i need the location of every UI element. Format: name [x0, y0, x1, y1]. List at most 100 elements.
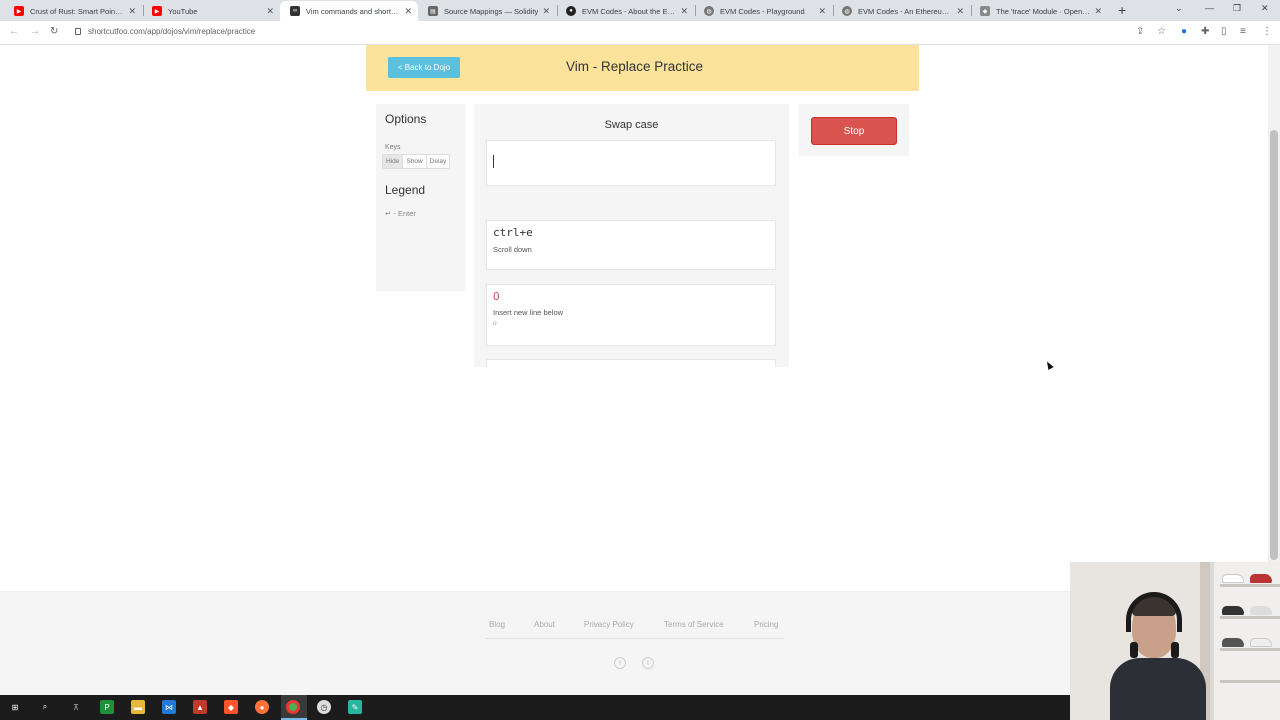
browser-tab-active[interactable]: ∞ Vim commands and shortcuts ✕ — [280, 1, 418, 21]
close-tab-icon[interactable]: ✕ — [680, 6, 688, 17]
share-icon[interactable]: ⇪ — [1136, 26, 1144, 37]
globe-icon: ◍ — [842, 6, 852, 16]
close-tab-icon[interactable]: ✕ — [818, 6, 826, 17]
footer-link-about[interactable]: About — [534, 620, 555, 629]
file-explorer-icon[interactable]: ▬ — [131, 700, 145, 714]
browser-tab[interactable]: ▤ Source Mappings — Solidity ✕ — [418, 1, 556, 21]
tab-title: Vim commands and shortcuts — [306, 6, 401, 16]
history-card-partial — [486, 359, 776, 367]
forward-arrow-icon[interactable]: → — [30, 26, 40, 37]
options-panel: Options Keys Hide Show Delay Legend ↵ - … — [376, 104, 465, 291]
page-title: Vim - Replace Practice — [566, 59, 704, 74]
keys-show-button[interactable]: Show — [403, 155, 427, 168]
browser-tab-strip: ▶ Crust of Rust: Smart Pointers ✕ ▶ YouT… — [0, 0, 1280, 21]
back-arrow-icon[interactable]: ← — [9, 26, 19, 37]
openethereum-icon: ◆ — [980, 6, 990, 16]
history-key-incorrect: O — [493, 290, 500, 303]
back-to-dojo-button[interactable]: < Back to Dojo — [388, 57, 460, 78]
globe-icon: ◍ — [704, 6, 714, 16]
options-title: Options — [385, 112, 427, 126]
stop-panel: Stop — [799, 104, 909, 156]
chrome-icon[interactable] — [286, 700, 300, 714]
browser-tab[interactable]: ◍ EVM Codes - Playground ✕ — [694, 1, 832, 21]
windows-start-icon[interactable]: ⊞ — [8, 700, 22, 714]
new-tab-icon[interactable]: + — [1118, 2, 1126, 18]
scrollbar-thumb[interactable] — [1270, 130, 1278, 560]
close-tab-icon[interactable]: ✕ — [542, 6, 550, 17]
answer-input[interactable] — [486, 140, 776, 186]
footer-link-terms[interactable]: Terms of Service — [664, 620, 724, 629]
history-desc: Scroll down — [493, 245, 532, 254]
page-header: < Back to Dojo Vim - Replace Practice — [366, 45, 919, 91]
search-icon[interactable]: ⌕ — [38, 700, 52, 714]
history-card: O Insert new line below o — [486, 284, 776, 346]
app-icon[interactable]: ▲ — [193, 700, 207, 714]
clock-app-icon[interactable]: ◷ — [317, 700, 331, 714]
browser-tab[interactable]: ◍ EVM Codes - An Ethereum Vi ✕ — [832, 1, 970, 21]
extensions-puzzle-icon[interactable]: ✚ — [1201, 26, 1209, 37]
history-hint: o — [493, 320, 497, 327]
brave-icon[interactable]: ◆ — [224, 700, 238, 714]
twitter-icon[interactable]: t — [642, 657, 654, 669]
tab-title: EVM Codes - Playground — [720, 6, 805, 16]
minimize-icon[interactable]: — — [1205, 3, 1214, 13]
tab-title: YouTube — [168, 6, 198, 16]
tab-title: The 'trace' Module · OpenEth — [996, 6, 1091, 16]
tab-title: EVM Codes - An Ethereum Vi — [858, 6, 953, 16]
youtube-icon: ▶ — [152, 6, 162, 16]
tab-title: Crust of Rust: Smart Pointers — [30, 6, 125, 16]
reload-icon[interactable]: ↻ — [50, 26, 58, 37]
tab-title: Source Mappings — Solidity — [444, 6, 539, 16]
lock-icon[interactable] — [75, 28, 81, 35]
stop-button[interactable]: Stop — [811, 117, 897, 145]
tab-title: EVM Codes - About the EVM — [582, 6, 677, 16]
practice-prompt: Swap case — [604, 119, 659, 131]
side-panel-icon[interactable]: ▯ — [1221, 26, 1227, 37]
browser-tab[interactable]: ▶ Crust of Rust: Smart Pointers ✕ — [4, 1, 142, 21]
history-card: ctrl+e Scroll down — [486, 220, 776, 270]
footer-link-pricing[interactable]: Pricing — [754, 620, 778, 629]
pin-icon[interactable]: ⊼ — [69, 700, 83, 714]
address-bar: ← → ↻ shortcutfoo.com/app/dojos/vim/repl… — [0, 21, 1280, 45]
menu-dots-icon[interactable]: ⋮ — [1262, 26, 1272, 37]
footer-divider — [486, 638, 784, 639]
legend-enter: ↵ - Enter — [385, 209, 416, 218]
footer-link-blog[interactable]: Blog — [489, 620, 505, 629]
tab-search-icon[interactable]: ⌄ — [1175, 3, 1183, 14]
media-list-icon[interactable]: ≡ — [1240, 26, 1246, 37]
notes-app-icon[interactable]: ✎ — [348, 700, 362, 714]
extension-icon[interactable]: ● — [1181, 26, 1187, 37]
close-window-icon[interactable]: ✕ — [1261, 3, 1269, 14]
keys-toggle-group: Hide Show Delay — [382, 154, 451, 169]
close-tab-icon[interactable]: ✕ — [128, 6, 136, 17]
mouse-cursor-icon — [1044, 360, 1054, 370]
close-tab-icon[interactable]: ✕ — [956, 6, 964, 17]
evm-codes-icon: ● — [566, 6, 576, 16]
firefox-icon[interactable]: ● — [255, 700, 269, 714]
shortcutfoo-icon: ∞ — [290, 6, 300, 16]
close-tab-icon[interactable]: ✕ — [1094, 6, 1102, 17]
practice-panel: Swap case ctrl+e Scroll down O Insert ne… — [474, 104, 789, 367]
close-tab-icon[interactable]: ✕ — [404, 6, 412, 17]
close-tab-icon[interactable]: ✕ — [266, 6, 274, 17]
browser-tab[interactable]: ▶ YouTube ✕ — [142, 1, 280, 21]
vscode-icon[interactable]: ⋈ — [162, 700, 176, 714]
document-icon: ▤ — [428, 6, 438, 16]
legend-title: Legend — [385, 183, 426, 197]
facebook-icon[interactable]: f — [614, 657, 626, 669]
keys-delay-button[interactable]: Delay — [427, 155, 450, 168]
browser-tab[interactable]: ● EVM Codes - About the EVM ✕ — [556, 1, 694, 21]
webcam-overlay — [1070, 562, 1280, 720]
history-key: ctrl+e — [493, 226, 533, 239]
footer-link-privacy[interactable]: Privacy Policy — [584, 620, 634, 629]
text-caret — [493, 155, 494, 168]
youtube-icon: ▶ — [14, 6, 24, 16]
keys-hide-button[interactable]: Hide — [383, 155, 404, 168]
bookmark-star-icon[interactable]: ☆ — [1157, 26, 1166, 37]
url-field[interactable]: shortcutfoo.com/app/dojos/vim/replace/pr… — [88, 27, 255, 36]
pycharm-icon[interactable]: P — [100, 700, 114, 714]
windows-taskbar: ⊞ ⌕ ⊼ P ▬ ⋈ ▲ ◆ ● ◷ ✎ — [0, 695, 1070, 720]
keys-label: Keys — [385, 144, 401, 151]
browser-tab[interactable]: ◆ The 'trace' Module · OpenEth ✕ — [970, 1, 1108, 21]
restore-icon[interactable]: ❐ — [1233, 3, 1241, 14]
